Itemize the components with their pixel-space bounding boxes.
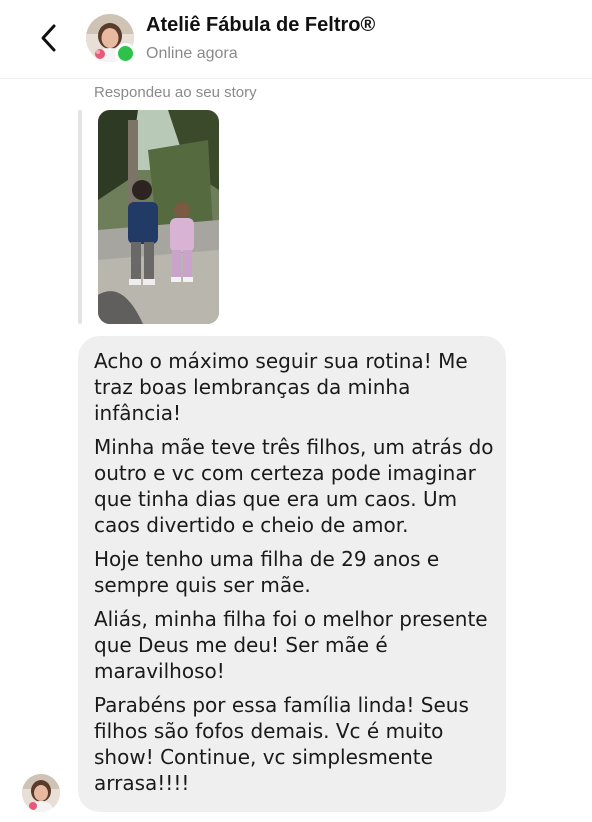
message-line: Aliás, minha filha foi o melhor presente (94, 607, 488, 631)
message-line: caos divertido e cheio de amor. (94, 513, 409, 537)
message-line: show! Continue, vc simplesmente (94, 745, 433, 769)
sender-avatar[interactable] (22, 774, 60, 812)
message-line: Hoje tenho uma filha de 29 anos e (94, 547, 440, 571)
profile-avatar[interactable] (86, 14, 136, 64)
message-line: que Deus me deu! Ser mãe é (94, 633, 388, 657)
message-line: outro e vc com certeza pode imaginar (94, 461, 476, 485)
contact-status: Online agora (146, 45, 238, 62)
message-line: traz boas lembranças da minha (94, 375, 411, 399)
contact-name[interactable]: Ateliê Fábula de Feltro® (146, 14, 375, 37)
story-reply-label: Respondeu ao seu story (94, 84, 257, 101)
story-thumbnail[interactable] (98, 110, 219, 324)
message-bubble[interactable]: Acho o máximo seguir sua rotina! Me traz… (78, 336, 506, 812)
message-line: Parabéns por essa família linda! Seus (94, 693, 469, 717)
message-line: filhos são fofos demais. Vc é muito (94, 719, 444, 743)
message-line: infância! (94, 401, 182, 425)
message-line: sempre quis ser mãe. (94, 573, 311, 597)
message-line: maravilhoso! (94, 659, 225, 683)
message-line: Acho o máximo seguir sua rotina! Me (94, 349, 468, 373)
message-line: arrasa!!!! (94, 771, 190, 795)
chat-header: Ateliê Fábula de Feltro® Online agora (0, 0, 592, 79)
back-button[interactable] (30, 18, 70, 58)
message-line: que tinha dias que era um caos. Um (94, 487, 458, 511)
online-status-indicator (115, 43, 136, 64)
chevron-left-icon (41, 24, 56, 52)
story-reply-bar (78, 110, 82, 324)
message-line: Minha mãe teve três filhos, um atrás do (94, 435, 494, 459)
